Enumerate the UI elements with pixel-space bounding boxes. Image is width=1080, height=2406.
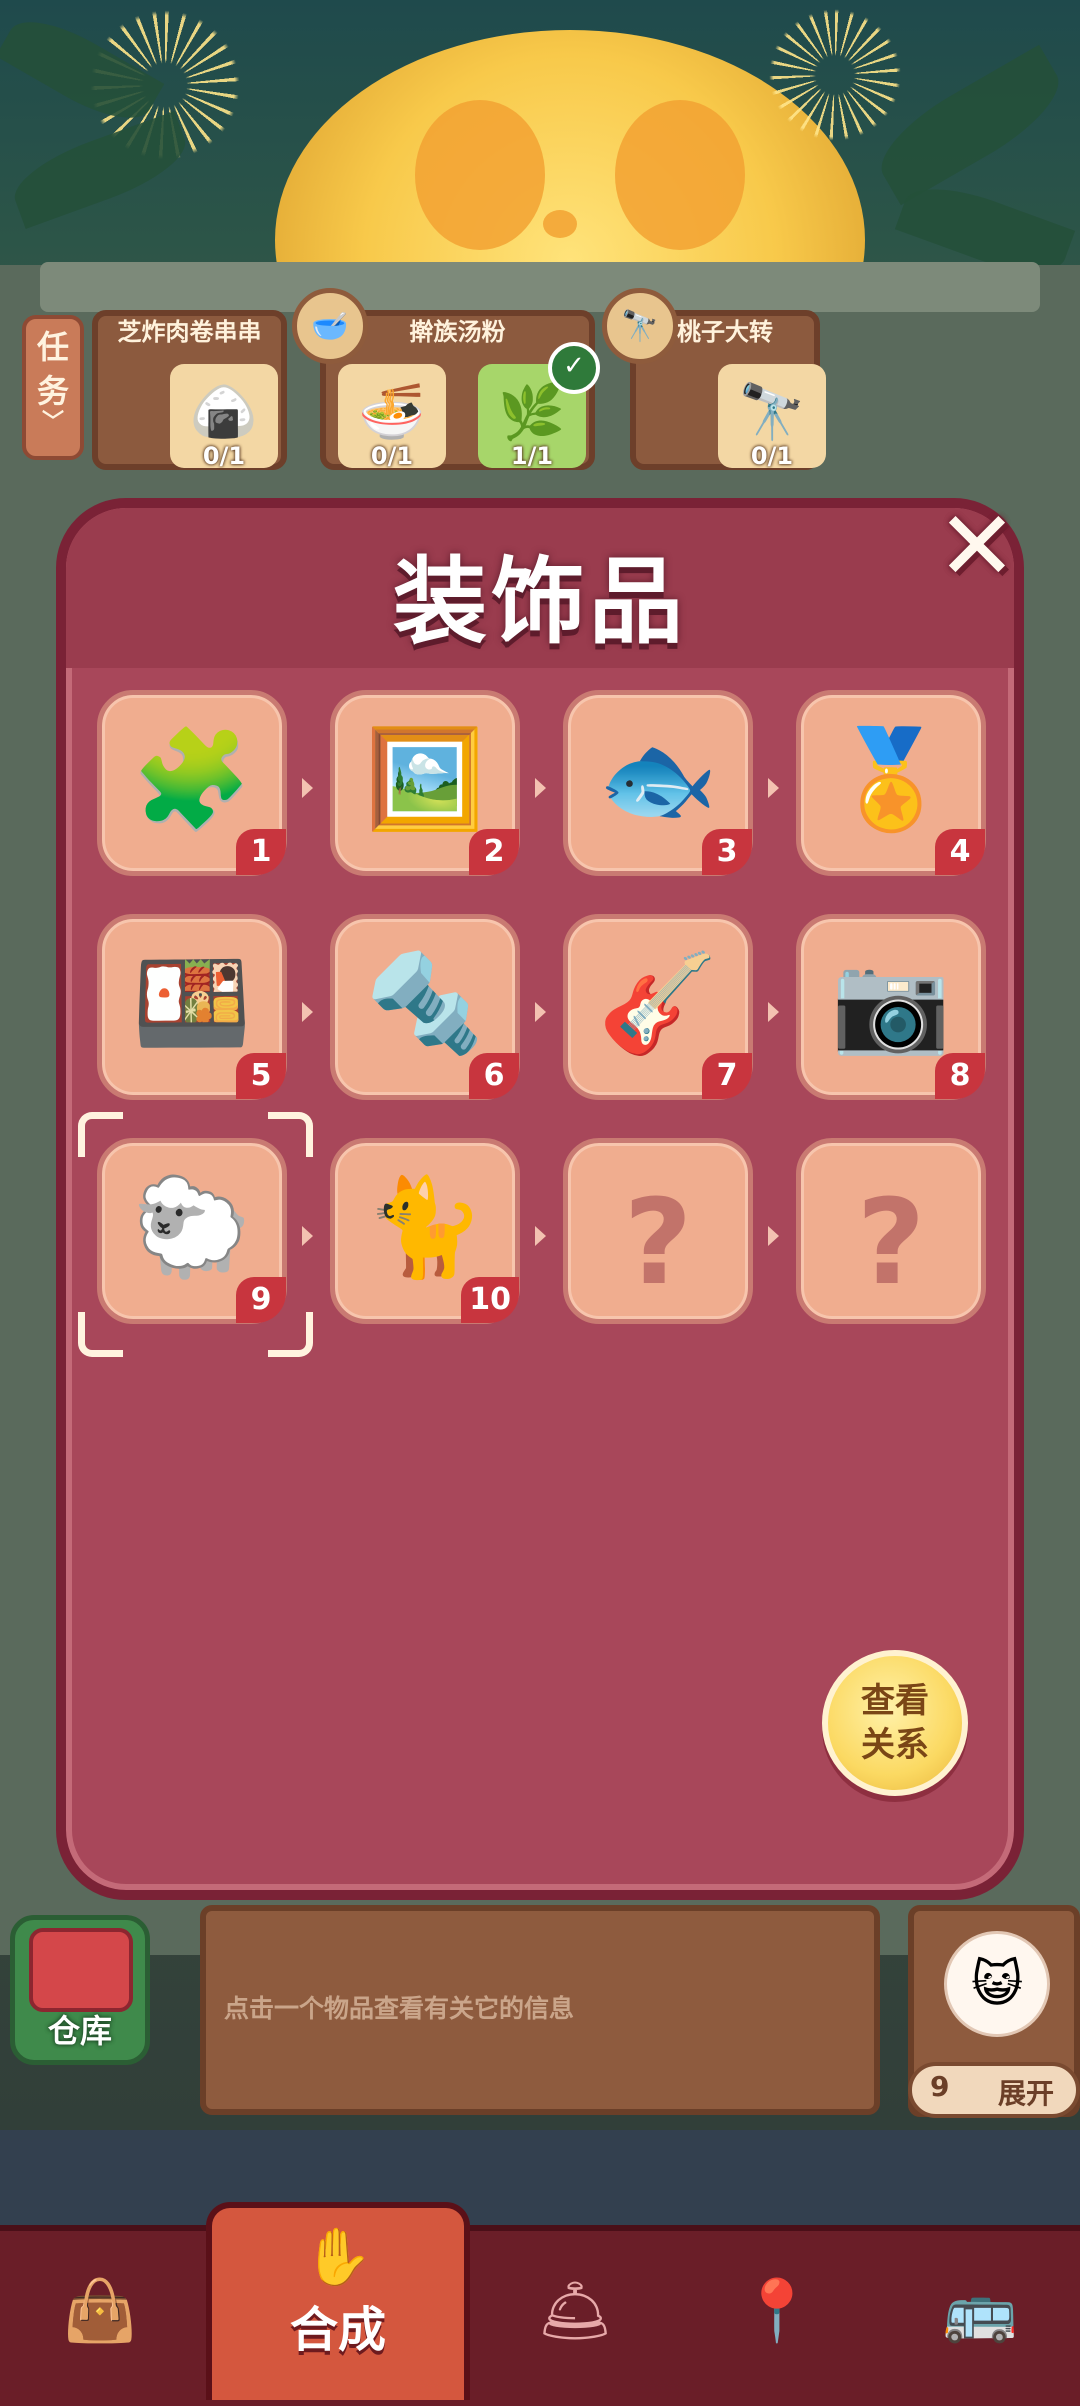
question-mark-icon: ? [623,1173,693,1311]
view-relation-label-line2: 关系 [861,1725,929,1765]
item-cell[interactable]: 🏅 4 [796,690,986,876]
firework [760,0,910,150]
rice-ball-icon: 🍙 [190,380,258,443]
rolling-pin-icon: 🔩 [365,947,485,1059]
check-icon: ✓ [548,342,600,394]
expand-button[interactable]: 9 展开 [908,2062,1080,2118]
task-order[interactable]: 芝炸肉卷串串 🍙 0/1 [92,310,287,470]
shopping-bag-icon: 👜 [62,2275,138,2346]
sheep-plush-icon: 🐑 [132,1171,252,1283]
chevron-down-icon: ﹀ [41,410,64,435]
arrow-right-icon [302,1226,313,1246]
order-count: 0/1 [750,442,794,470]
question-mark-icon: ? [856,1173,926,1311]
order-slot[interactable]: 🍙 0/1 [170,364,278,470]
expand-label: 展开 [998,2077,1055,2110]
map-pin-icon: 📍 [739,2275,815,2346]
nav-kitchen[interactable]: 🛎 [515,2255,635,2365]
wall-top [40,262,1040,312]
selection-corner [78,1112,123,1157]
item-cell[interactable]: 🐟 3 [563,690,753,876]
soup-bowl-icon: 🍜 [358,380,426,443]
puzzle-pieces-icon: 🧩 [132,723,252,835]
arrow-right-icon [535,778,546,798]
nav-map[interactable]: 📍 [717,2255,837,2365]
landscape-painting-icon: 🖼️ [365,723,485,835]
nav-merge[interactable]: ✋ 合成 [206,2202,470,2400]
arrow-right-icon [302,778,313,798]
arrow-right-icon [535,1002,546,1022]
fish-statue-icon: 🐟 [598,723,718,835]
warehouse-label: 仓库 [47,2012,112,2050]
item-cell[interactable]: 📷 8 [796,914,986,1100]
selection-corner [268,1312,313,1357]
view-relation-button[interactable]: 查看 关系 [822,1650,968,1796]
item-cell[interactable]: 🧩 1 [97,690,287,876]
order-title: 芝炸肉卷串串 [117,318,262,346]
order-count: 1/1 [510,442,554,470]
item-cell[interactable]: 🐈 10 [330,1138,520,1324]
warehouse-box-icon [29,1928,133,2012]
item-info-hint: 点击一个物品查看有关它的信息 [224,1994,575,2023]
noodle-bowl-icon: 🥣 [292,288,368,364]
cat-count: 9 [930,2070,950,2103]
item-level: 10 [461,1277,519,1323]
nav-shop[interactable]: 👜 [40,2255,160,2365]
close-icon: ✕ [936,490,1018,602]
bento-box-icon: 🍱 [132,947,252,1059]
modal-title: 装饰品 [392,548,687,657]
bus-icon: 🚌 [942,2275,1018,2346]
order-count: 0/1 [370,442,414,470]
task-tab-label: 任务 [36,328,69,410]
item-info-panel: 点击一个物品查看有关它的信息 [200,1905,880,2115]
order-slot[interactable]: 🔭 0/1 [718,364,826,470]
view-relation-label-line1: 查看 [861,1681,929,1721]
arrow-right-icon [768,1002,779,1022]
arrow-right-icon [768,778,779,798]
guitar-icon: 🎸 [598,947,718,1059]
arrow-right-icon [302,1002,313,1022]
camera-icon: 📷 [831,947,951,1059]
item-cell[interactable]: 🖼️ 2 [330,690,520,876]
order-count: 0/1 [202,442,246,470]
selection-corner [268,1112,313,1157]
merge-icon: ✋ [303,2225,373,2290]
jade-cat-icon: 🐈 [365,1171,485,1283]
cloche-icon: 🛎 [536,2275,614,2346]
close-button[interactable]: ✕ [930,490,1024,602]
item-cell-locked[interactable]: ? [563,1138,753,1324]
warehouse-button[interactable]: 仓库 [10,1915,150,2065]
task-tab[interactable]: 任务 ﹀ [22,315,84,460]
telescope-icon: 🔭 [738,380,806,443]
lucky-cat-icon: 😺 [944,1931,1050,2037]
telescope-icon: 🔭 [602,288,678,364]
chef-medal-icon: 🏅 [831,723,951,835]
item-cell[interactable]: 🔩 6 [330,914,520,1100]
nav-bus[interactable]: 🚌 [920,2255,1040,2365]
arrow-right-icon [768,1226,779,1246]
item-cell-selected[interactable]: 🐑 9 [97,1138,287,1324]
arrow-right-icon [535,1226,546,1246]
order-slot[interactable]: 🌿 1/1 ✓ [478,342,600,470]
selection-corner [78,1312,123,1357]
item-cell[interactable]: 🍱 5 [97,914,287,1100]
item-cell[interactable]: 🎸 7 [563,914,753,1100]
order-slot[interactable]: 🍜 0/1 [338,364,446,470]
item-cell-locked[interactable]: ? [796,1138,986,1324]
nav-merge-label: 合成 [289,2302,386,2358]
